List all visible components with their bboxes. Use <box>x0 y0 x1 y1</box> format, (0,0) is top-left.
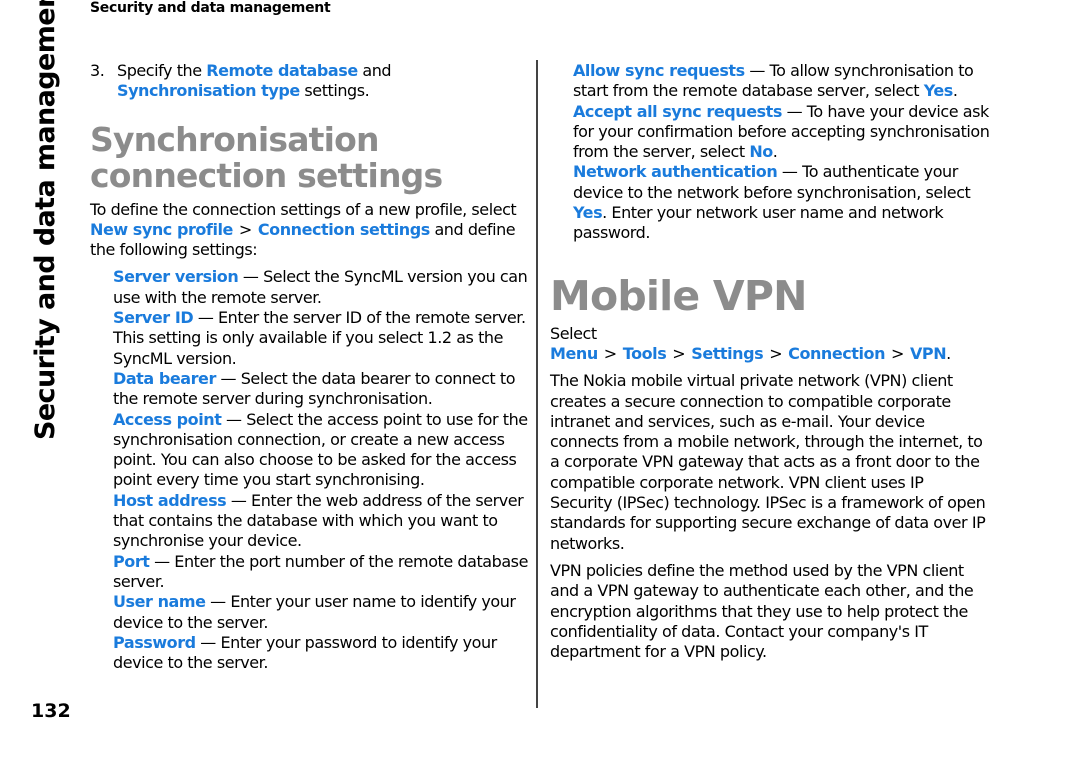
path-separator: > <box>672 343 686 363</box>
step-mid: and <box>357 61 392 80</box>
definition-after: . <box>772 142 778 162</box>
left-column: 3. Specify the Remote database and Synch… <box>90 61 530 673</box>
step-number: 3. <box>90 61 105 80</box>
path-separator: > <box>238 219 252 239</box>
definition-user-name: User name — Enter your user name to iden… <box>113 592 530 633</box>
definition-server-version: Server version — Select the SyncML versi… <box>113 267 530 308</box>
term-data-bearer[interactable]: Data bearer <box>113 369 216 388</box>
definition-accept-all-sync-requests: Accept all sync requests — To have your … <box>573 102 990 163</box>
running-head: Security and data management <box>90 0 331 16</box>
path-vpn[interactable]: VPN <box>910 344 947 363</box>
definition-host-address: Host address — Enter the web address of … <box>113 491 530 552</box>
section-heading-mobile-vpn: Mobile VPN <box>550 271 807 320</box>
page-number: 132 <box>31 700 71 722</box>
link-connection-settings[interactable]: Connection settings <box>258 220 430 239</box>
step-text: Specify the Remote database and Synchron… <box>117 61 530 102</box>
path-settings[interactable]: Settings <box>691 344 763 363</box>
value-yes[interactable]: Yes <box>573 203 603 222</box>
intro-paragraph: To define the connection settings of a n… <box>90 200 530 261</box>
intro-prefix: To define the connection settings of a n… <box>90 199 517 219</box>
definition-after: . <box>952 81 958 101</box>
value-yes[interactable]: Yes <box>924 81 954 100</box>
vpn-menu-path: Select Menu > Tools > Settings > Connection > VP… <box>550 324 990 365</box>
definition-port: Port — Enter the port number of the remo… <box>113 552 530 593</box>
path-separator: > <box>891 343 904 363</box>
definition-allow-sync-requests: Allow sync requests — To allow synchroni… <box>573 61 990 102</box>
path-menu[interactable]: Menu <box>550 344 598 363</box>
definition-server-id: Server ID — Enter the server ID of the r… <box>113 308 530 369</box>
vpn-description-paragraph: The Nokia mobile virtual private network… <box>550 371 986 553</box>
side-tab-chapter-title: Security and data management <box>30 0 61 440</box>
term-user-name[interactable]: User name <box>113 592 206 611</box>
term-server-id[interactable]: Server ID <box>113 308 194 327</box>
term-accept-all-sync-requests[interactable]: Accept all sync requests <box>573 102 782 121</box>
vpn-policies-paragraph: VPN policies define the method used by t… <box>550 560 974 662</box>
term-allow-sync-requests[interactable]: Allow sync requests <box>573 61 745 80</box>
right-column: Allow sync requests — To allow synchroni… <box>550 61 990 662</box>
term-access-point[interactable]: Access point <box>113 410 222 429</box>
term-password[interactable]: Password <box>113 633 196 652</box>
term-network-authentication[interactable]: Network authentication <box>573 162 778 181</box>
link-new-sync-profile[interactable]: New sync profile <box>90 220 233 239</box>
definition-network-authentication: Network authentication — To authenticate… <box>573 162 990 243</box>
definition-access-point: Access point — Select the access point t… <box>113 410 530 491</box>
path-separator: > <box>769 343 783 363</box>
step-3: 3. Specify the Remote database and Synch… <box>90 61 530 102</box>
path-suffix: . <box>946 343 951 363</box>
path-separator: > <box>603 343 617 363</box>
definition-after: . Enter your network user name and netwo… <box>573 203 944 243</box>
column-divider <box>536 60 538 708</box>
term-server-version[interactable]: Server version <box>113 267 239 286</box>
path-prefix: Select <box>550 323 597 343</box>
settings-definition-list: Server version — Select the SyncML versi… <box>113 267 530 673</box>
link-remote-database[interactable]: Remote database <box>206 61 358 80</box>
term-port[interactable]: Port <box>113 552 150 571</box>
value-no[interactable]: No <box>749 142 773 161</box>
definition-data-bearer: Data bearer — Select the data bearer to … <box>113 369 530 410</box>
step-suffix: settings. <box>299 81 370 101</box>
sync-request-definition-list: Allow sync requests — To allow synchroni… <box>573 61 990 244</box>
term-host-address[interactable]: Host address <box>113 491 227 510</box>
path-tools[interactable]: Tools <box>623 344 667 363</box>
path-connection[interactable]: Connection <box>788 344 885 363</box>
definition-password: Password — Enter your password to identi… <box>113 633 530 674</box>
link-synchronisation-type[interactable]: Synchronisation type <box>117 81 300 100</box>
definition-text: — Enter the port number of the remote da… <box>113 551 528 591</box>
section-heading-sync-connection: Synchronisation connection settings <box>90 119 443 195</box>
step-prefix: Specify the <box>117 61 207 80</box>
